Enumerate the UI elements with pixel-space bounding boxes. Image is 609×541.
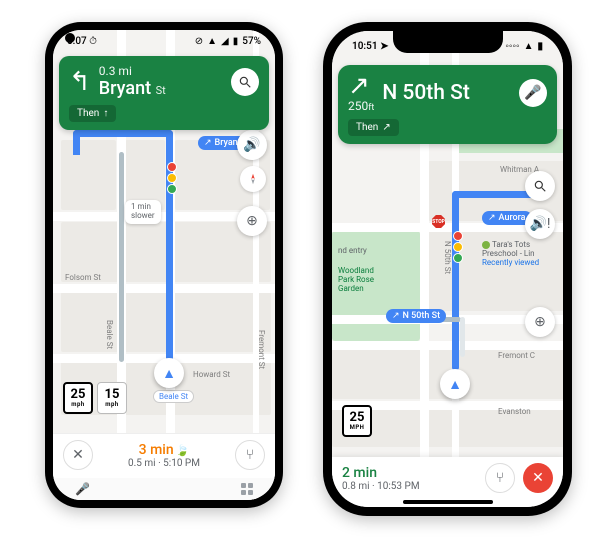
close-button[interactable]: ✕ [63, 440, 93, 470]
turn-street: N 50th St [382, 81, 470, 105]
eta-text: 2 min [342, 465, 477, 481]
road-label-folsom: Folsom St [65, 273, 101, 282]
android-screen: 5:07 ⏱ ⊘ ▲ ◢ ▮ 57% Folsom St How [53, 30, 275, 500]
poi-entry: nd entry [338, 247, 367, 256]
poi-fremont: Fremont C [498, 351, 535, 360]
turn-left-icon: ↰ [69, 69, 91, 95]
then-arrow-icon: ↑ [103, 108, 108, 119]
street-bubble-n50: N 50th St [386, 309, 446, 323]
poi-evanston: Evanston [498, 407, 531, 416]
battery-pct: 57% [242, 36, 261, 47]
assistant-mic-icon[interactable]: 🎤 [75, 482, 90, 496]
status-right: ⊘ ▲ ◢ ▮ 57% [195, 36, 261, 47]
android-status-bar: 5:07 ⏱ ⊘ ▲ ◢ ▮ 57% [53, 30, 275, 52]
close-icon: ✕ [532, 470, 544, 486]
then-arrow-icon: ↗ [382, 122, 390, 133]
do-not-disturb-icon: ⊘ [195, 36, 203, 47]
ios-screen: 10:51 ➤ ◦◦◦◦ ▲ ▮ Garden Parking Whitman … [332, 31, 563, 507]
trip-subtext: 0.5 mi · 5:10 PM [101, 458, 227, 469]
status-right: ◦◦◦◦ ▲ ▮ [505, 41, 543, 52]
direction-card[interactable]: ↰ 0.3 mi Bryant St Then ↑ [59, 56, 269, 130]
close-icon: ✕ [72, 447, 84, 463]
then-step[interactable]: Then ↗ [348, 119, 399, 136]
report-icon: ⊕ [534, 314, 546, 330]
alt-route-icon: ⑂ [246, 447, 254, 463]
routes-button[interactable]: ⑂ [235, 440, 265, 470]
vehicle-cursor [154, 358, 184, 388]
camera-hole [65, 33, 75, 43]
ios-status-bar: 10:51 ➤ ◦◦◦◦ ▲ ▮ [332, 31, 563, 61]
bear-right-icon: ↗ [348, 73, 374, 99]
turn-distance: 0.3 mi [99, 64, 223, 78]
poi-pin-icon [482, 241, 490, 249]
signal-icon: ◢ [221, 36, 229, 47]
report-button[interactable]: ⊕ [525, 307, 555, 337]
battery-icon: ▮ [233, 36, 239, 47]
speed-limit-sign: 25mph [63, 382, 93, 414]
road-label-n50: N 50th St [443, 241, 452, 274]
voice-button[interactable]: 🎤 [519, 79, 547, 107]
alt-route-icon: ⑂ [496, 470, 504, 486]
turn-street: Bryant St [99, 78, 223, 99]
close-button[interactable]: ✕ [523, 463, 553, 493]
speaker-alert-icon: 🔊! [529, 216, 550, 232]
vehicle-cursor [440, 369, 470, 399]
beale-chip: Beale St [153, 390, 194, 403]
compass-button[interactable] [240, 166, 266, 192]
road-label-howard: Howard St [193, 370, 230, 379]
trip-bottom-bar[interactable]: 2 min 0.8 mi · 10:53 PM ⑂ ✕ [332, 457, 563, 507]
poi-tara[interactable]: Tara's Tots Preschool - Lin Recently vie… [482, 241, 539, 268]
sound-button[interactable]: 🔊! [525, 209, 555, 239]
speed-limit-sign: 25MPH [342, 405, 372, 437]
road-label-fremont: Fremont St [257, 330, 266, 369]
leaf-icon: 🍃 [176, 444, 190, 457]
android-nav-strip: 🎤 [53, 478, 275, 500]
wifi-icon: ▲ [524, 41, 534, 52]
search-icon [238, 75, 252, 89]
speaker-icon: 🔊 [243, 137, 260, 153]
report-icon: ⊕ [246, 213, 258, 229]
turn-distance: 250ft [348, 99, 374, 113]
ios-phone-frame: 10:51 ➤ ◦◦◦◦ ▲ ▮ Garden Parking Whitman … [323, 22, 572, 516]
then-step[interactable]: Then ↑ [69, 105, 116, 122]
current-speed: 15mph [97, 382, 127, 414]
wifi-icon: ▲ [207, 36, 217, 47]
trip-subtext: 0.8 mi · 10:53 PM [342, 481, 477, 492]
sound-button[interactable]: 🔊 [237, 130, 267, 160]
app-grid-icon[interactable] [241, 483, 253, 495]
trip-bottom-bar[interactable]: ✕ 3 min🍃 0.5 mi · 5:10 PM ⑂ [53, 433, 275, 478]
compass-icon [246, 172, 260, 186]
road-label-beale: Beale St [105, 320, 114, 349]
mic-icon: 🎤 [524, 85, 541, 101]
stop-sign-icon: STOP [432, 215, 445, 228]
eta-text: 3 min🍃 [101, 442, 227, 458]
direction-card[interactable]: ↗ 250ft N 50th St 🎤 Then ↗ [338, 65, 557, 144]
battery-icon: ▮ [537, 41, 543, 52]
status-time: 10:51 ➤ [352, 41, 388, 52]
signal-icon: ◦◦◦◦ [505, 41, 519, 52]
search-button[interactable] [231, 68, 259, 96]
search-button[interactable] [525, 171, 555, 201]
search-icon [533, 179, 547, 193]
slower-route-bubble[interactable]: 1 minslower [125, 200, 161, 224]
report-button[interactable]: ⊕ [237, 206, 267, 236]
poi-woodland: WoodlandPark RoseGarden [338, 267, 374, 293]
android-phone-frame: 5:07 ⏱ ⊘ ▲ ◢ ▮ 57% Folsom St How [45, 22, 283, 508]
routes-button[interactable]: ⑂ [485, 463, 515, 493]
